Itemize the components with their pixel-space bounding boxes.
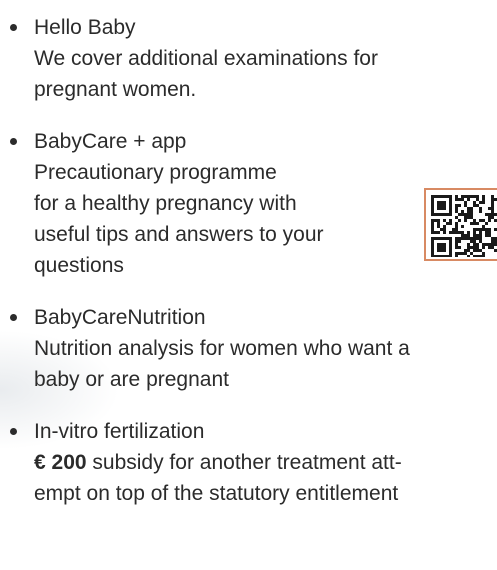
benefit-desc-line: We cover additional examinations for [34, 47, 378, 70]
benefits-list: Hello Baby We cover additional examinati… [0, 12, 497, 530]
benefit-title: BabyCare + app [34, 130, 187, 153]
qr-code-graphic [431, 195, 497, 257]
benefit-desc-line: Nutrition analysis for women who want a [34, 337, 410, 360]
qr-code-icon[interactable] [424, 188, 497, 261]
benefit-desc-line: pregnant women. [34, 78, 197, 101]
benefit-desc-line: empt on top of the statutory entitlement [34, 482, 399, 505]
bullet-icon [10, 138, 17, 145]
benefit-hello-baby: Hello Baby We cover additional examinati… [0, 12, 497, 105]
bullet-icon [10, 314, 17, 321]
benefit-desc-line: Precautionary programme [34, 161, 277, 184]
benefit-title: In-vitro fertilization [34, 420, 205, 443]
benefit-in-vitro: In-vitro fertilization € 200 subsidy for… [0, 416, 497, 509]
benefit-babycare-app: BabyCare + app Precautionary programme f… [0, 126, 497, 281]
bullet-icon [10, 428, 17, 435]
benefit-babycare-nutrition: BabyCareNutrition Nutrition analysis for… [0, 302, 497, 395]
benefit-title: BabyCareNutrition [34, 306, 206, 329]
subsidy-amount: € 200 [34, 451, 87, 474]
benefit-desc-line: baby or are pregnant [34, 368, 229, 391]
benefit-title: Hello Baby [34, 16, 136, 39]
bullet-icon [10, 24, 17, 31]
benefit-desc-line: € 200 subsidy for another treatment att- [34, 447, 497, 478]
benefit-desc-text: subsidy for another treatment att- [86, 451, 402, 474]
